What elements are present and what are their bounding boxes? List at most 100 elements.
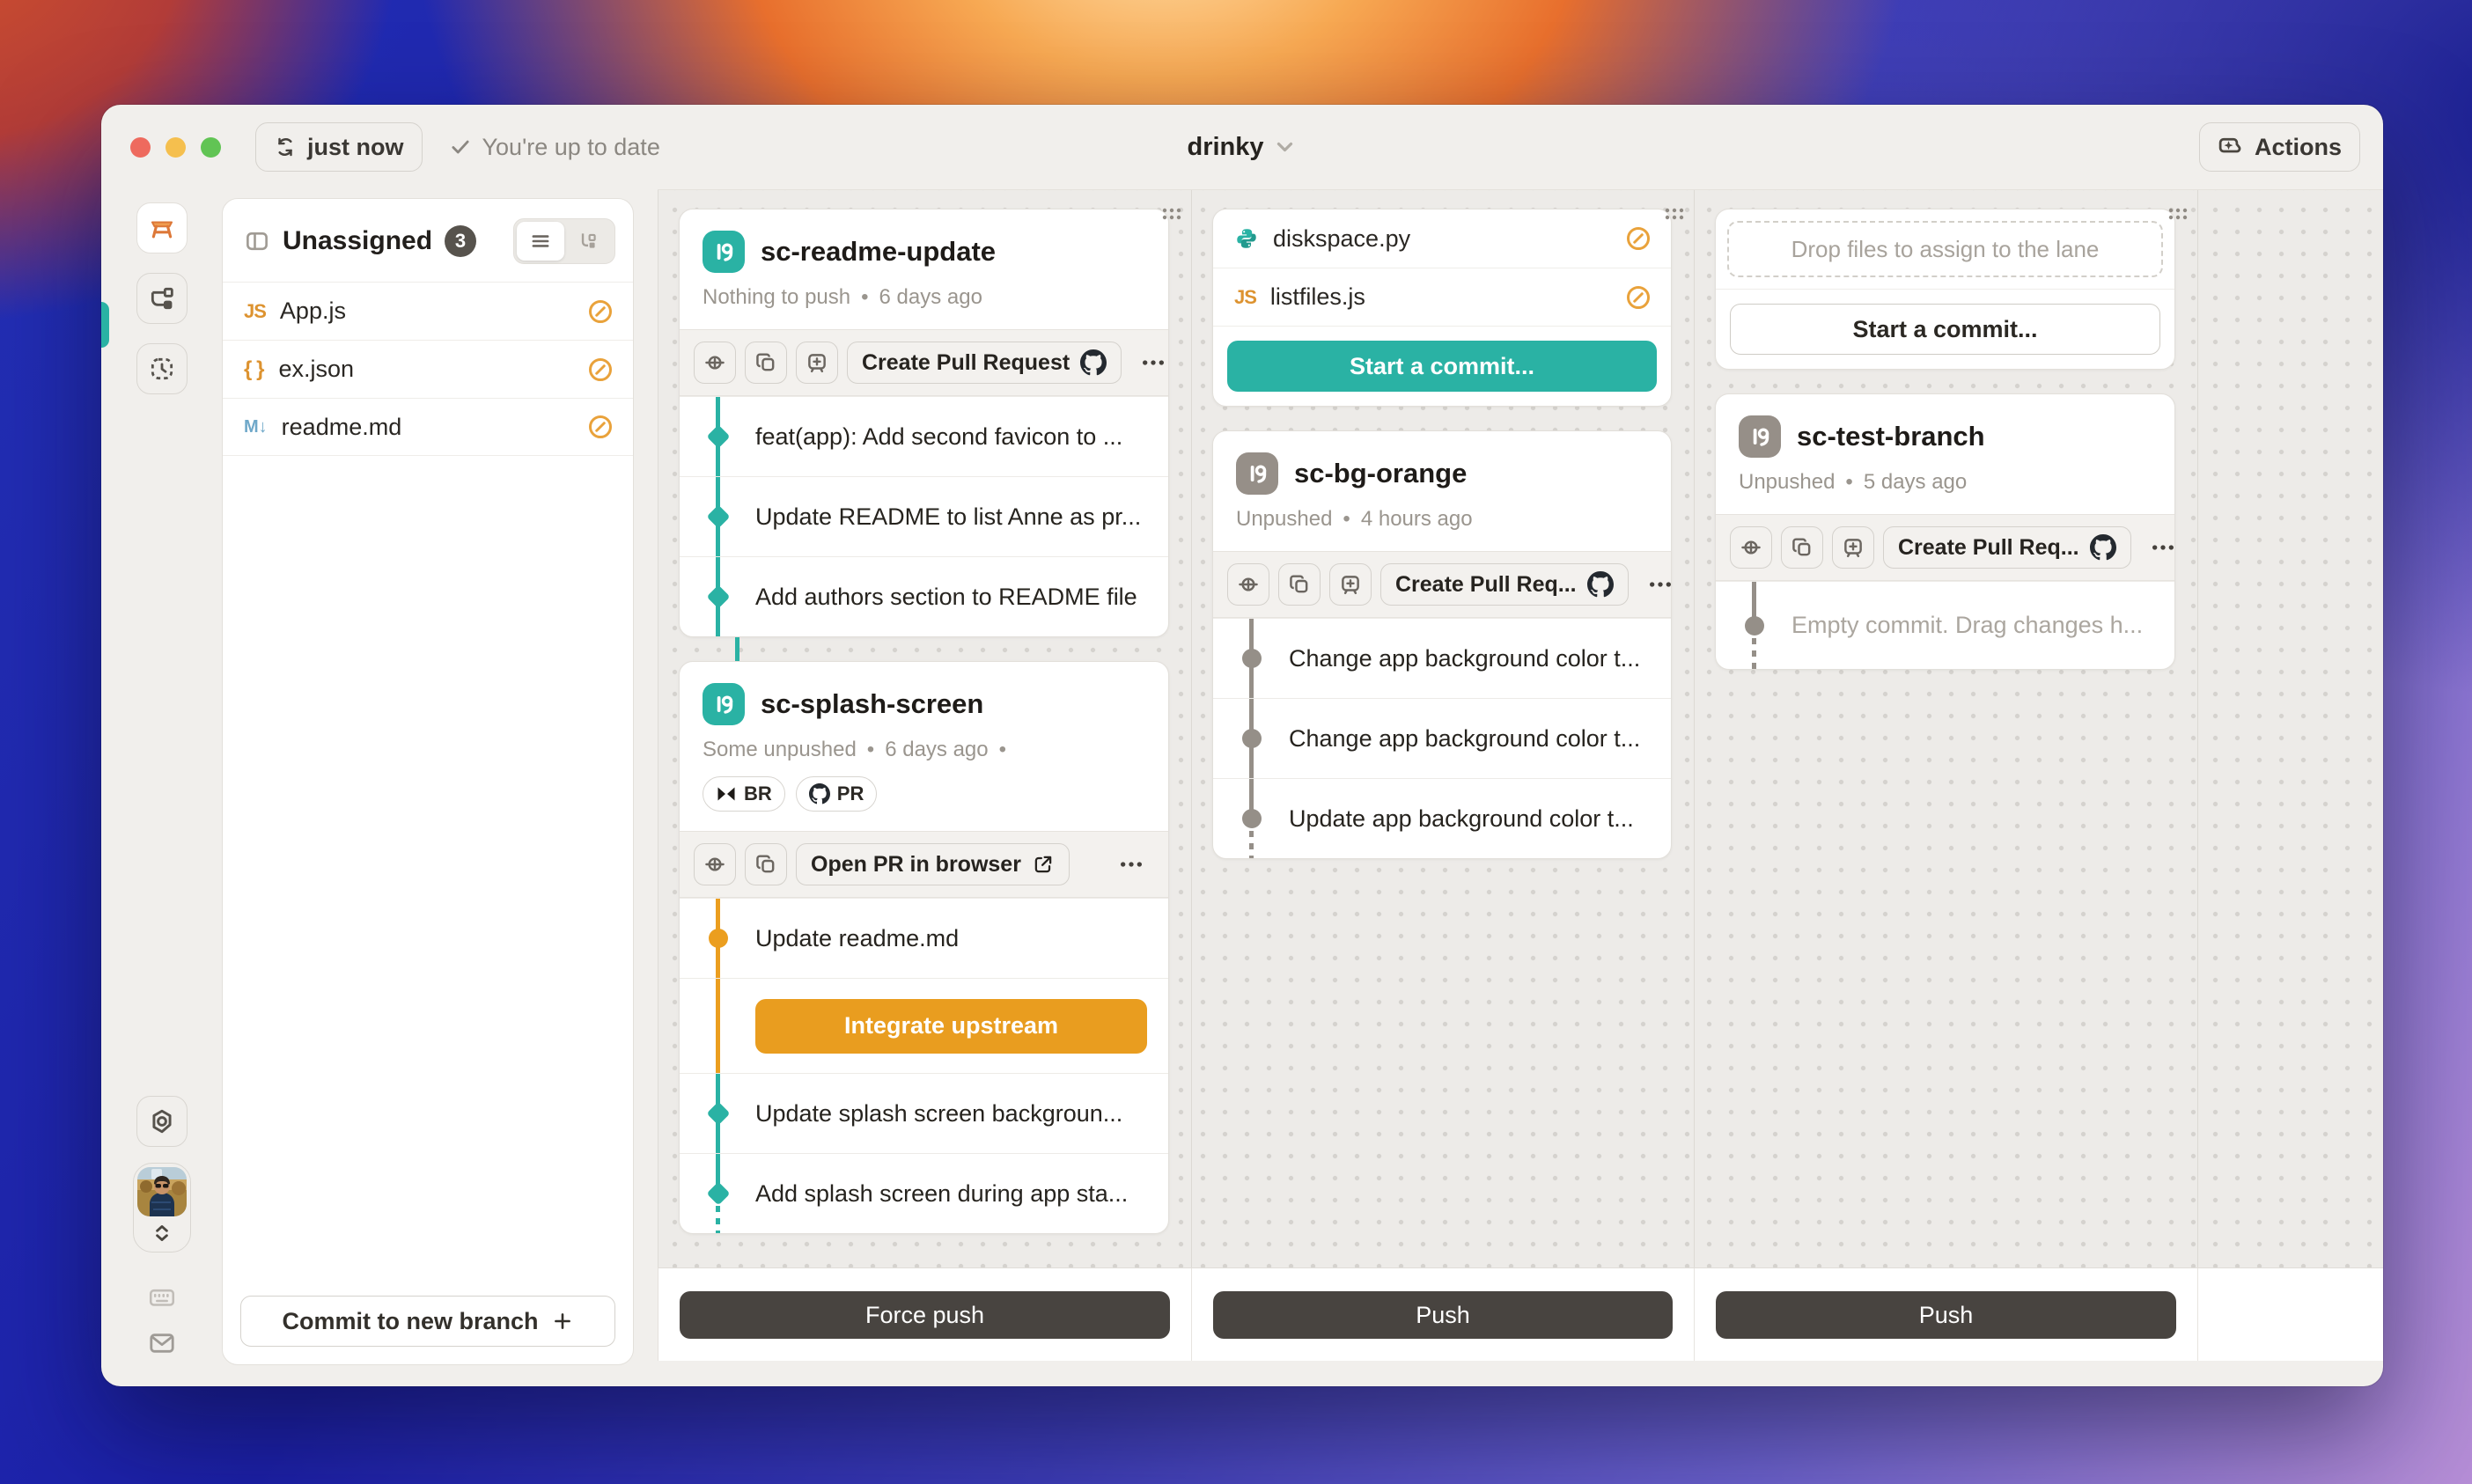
create-pull-request-button[interactable]: Create Pull Req... [1380,563,1629,606]
target-button[interactable] [694,342,736,384]
branch-card-sc-test-branch: sc-test-branch Unpushed • 5 days ago [1715,393,2175,670]
file-name: readme.md [282,414,402,441]
start-commit-button[interactable]: Start a commit... [1730,304,2160,355]
app-window: just now You're up to date drinky Action… [101,105,2383,1386]
unassigned-title: Unassigned [283,226,432,256]
branch-badge-br[interactable]: BR [703,776,785,812]
dot-separator: • [861,285,868,310]
commit-row[interactable]: Update README to list Anne as pr... [680,476,1168,556]
file-name: listfiles.js [1270,283,1365,311]
lane-3: Drop files to assign to the lane Start a… [1695,190,2198,1267]
file-row[interactable]: M↓ readme.md [223,398,633,456]
feedback-button[interactable] [147,1328,177,1358]
branch-name[interactable]: sc-splash-screen [761,688,983,720]
fetch-sync-button[interactable]: just now [255,122,423,172]
copy-button[interactable] [1278,563,1321,606]
more-options-button[interactable] [2140,533,2175,562]
commit-bullet [706,505,730,529]
github-icon [2090,534,2116,561]
tree-view-button[interactable] [564,222,612,261]
create-pull-request-button[interactable]: Create Pull Req... [1883,526,2131,569]
commit-row[interactable]: Change app background color t... [1213,618,1671,698]
dot-separator: • [1845,470,1852,495]
create-pull-request-button[interactable]: Create Pull Request [847,342,1122,384]
target-button[interactable] [1730,526,1772,569]
account-switcher[interactable] [133,1163,191,1253]
integrate-upstream-button[interactable]: Integrate upstream [755,999,1147,1054]
start-commit-button[interactable]: Start a commit... [1227,341,1657,392]
copy-button[interactable] [745,843,787,885]
drop-files-zone[interactable]: Drop files to assign to the lane [1727,221,2163,277]
modified-icon [587,356,614,383]
copy-button[interactable] [745,342,787,384]
more-options-button[interactable] [1130,349,1169,377]
markdown-file-icon: M↓ [244,417,268,437]
target-button[interactable] [1227,563,1269,606]
file-row[interactable]: JS App.js [223,282,633,340]
branch-status: Unpushed [1739,470,1835,495]
drag-dots-icon [1663,206,1686,222]
branch-card-sc-splash-screen: sc-splash-screen Some unpushed • 6 days … [679,661,1169,1234]
branch-name[interactable]: sc-bg-orange [1294,458,1467,489]
push-button[interactable]: Push [1213,1291,1673,1339]
branch-connector [679,637,1169,661]
empty-commit-row[interactable]: Empty commit. Drag changes h... [1716,581,2174,669]
unassigned-header: Unassigned 3 [223,199,633,282]
branch-badge-pr[interactable]: PR [796,776,878,812]
upstream-commit-row[interactable]: Update readme.md [680,898,1168,978]
force-push-button[interactable]: Force push [680,1291,1170,1339]
open-pr-in-browser-button[interactable]: Open PR in browser [796,843,1070,885]
js-file-icon: JS [244,300,266,323]
minimize-window-button[interactable] [166,137,186,158]
push-button[interactable]: Push [1716,1291,2176,1339]
history-tab-button[interactable] [136,343,188,394]
copy-icon [1790,535,1814,560]
settings-button[interactable] [136,1096,188,1147]
pr-add-icon [805,350,829,375]
commit-to-new-branch-button[interactable]: Commit to new branch [240,1296,615,1347]
file-row[interactable]: { } ex.json [223,340,633,398]
commit-row[interactable]: Update app background color t... [1213,778,1671,858]
more-options-button[interactable] [1637,570,1672,599]
close-window-button[interactable] [130,137,151,158]
shortcuts-button[interactable] [147,1282,177,1312]
commit-row[interactable]: feat(app): Add second favicon to ... [680,396,1168,476]
branches-tab-button[interactable] [136,273,188,324]
commit-row[interactable]: Change app background color t... [1213,698,1671,778]
dot-separator: • [1343,507,1350,532]
list-view-button[interactable] [517,222,564,261]
dot-separator: • [999,738,1006,762]
new-pr-button[interactable] [796,342,838,384]
file-row[interactable]: diskspace.py [1213,209,1671,268]
left-icon-rail [101,189,222,1386]
bowtie-icon [716,786,737,802]
modified-icon [587,414,614,440]
commit-row[interactable]: Update splash screen backgroun... [680,1073,1168,1153]
actions-button[interactable]: Actions [2199,122,2360,172]
project-switcher[interactable]: drinky [1187,133,1297,162]
lane-drag-handle[interactable] [2167,206,2189,222]
commit-message: feat(app): Add second favicon to ... [755,423,1122,451]
commit-row[interactable]: Add authors section to README file [680,556,1168,636]
new-pr-button[interactable] [1329,563,1372,606]
branch-icon [1236,452,1278,495]
file-row[interactable]: JS listfiles.js [1213,268,1671,326]
check-icon [449,136,472,158]
zoom-window-button[interactable] [201,137,221,158]
chevron-down-icon [1273,135,1298,159]
commit-row[interactable]: Add splash screen during app sta... [680,1153,1168,1233]
lane-drag-handle[interactable] [1663,206,1686,222]
copy-button[interactable] [1781,526,1823,569]
actions-label: Actions [2255,134,2342,161]
branch-name[interactable]: sc-test-branch [1797,421,1985,452]
branch-name[interactable]: sc-readme-update [761,236,996,268]
commit-to-new-branch-label: Commit to new branch [282,1308,538,1335]
empty-commit-message: Empty commit. Drag changes h... [1791,612,2143,639]
copy-icon [1287,572,1312,597]
target-button[interactable] [694,843,736,885]
workspace-tab-button[interactable] [136,202,188,253]
more-options-button[interactable] [1108,850,1154,878]
commit-message: Change app background color t... [1289,725,1640,753]
new-pr-button[interactable] [1832,526,1874,569]
lane-drag-handle[interactable] [1160,206,1183,222]
